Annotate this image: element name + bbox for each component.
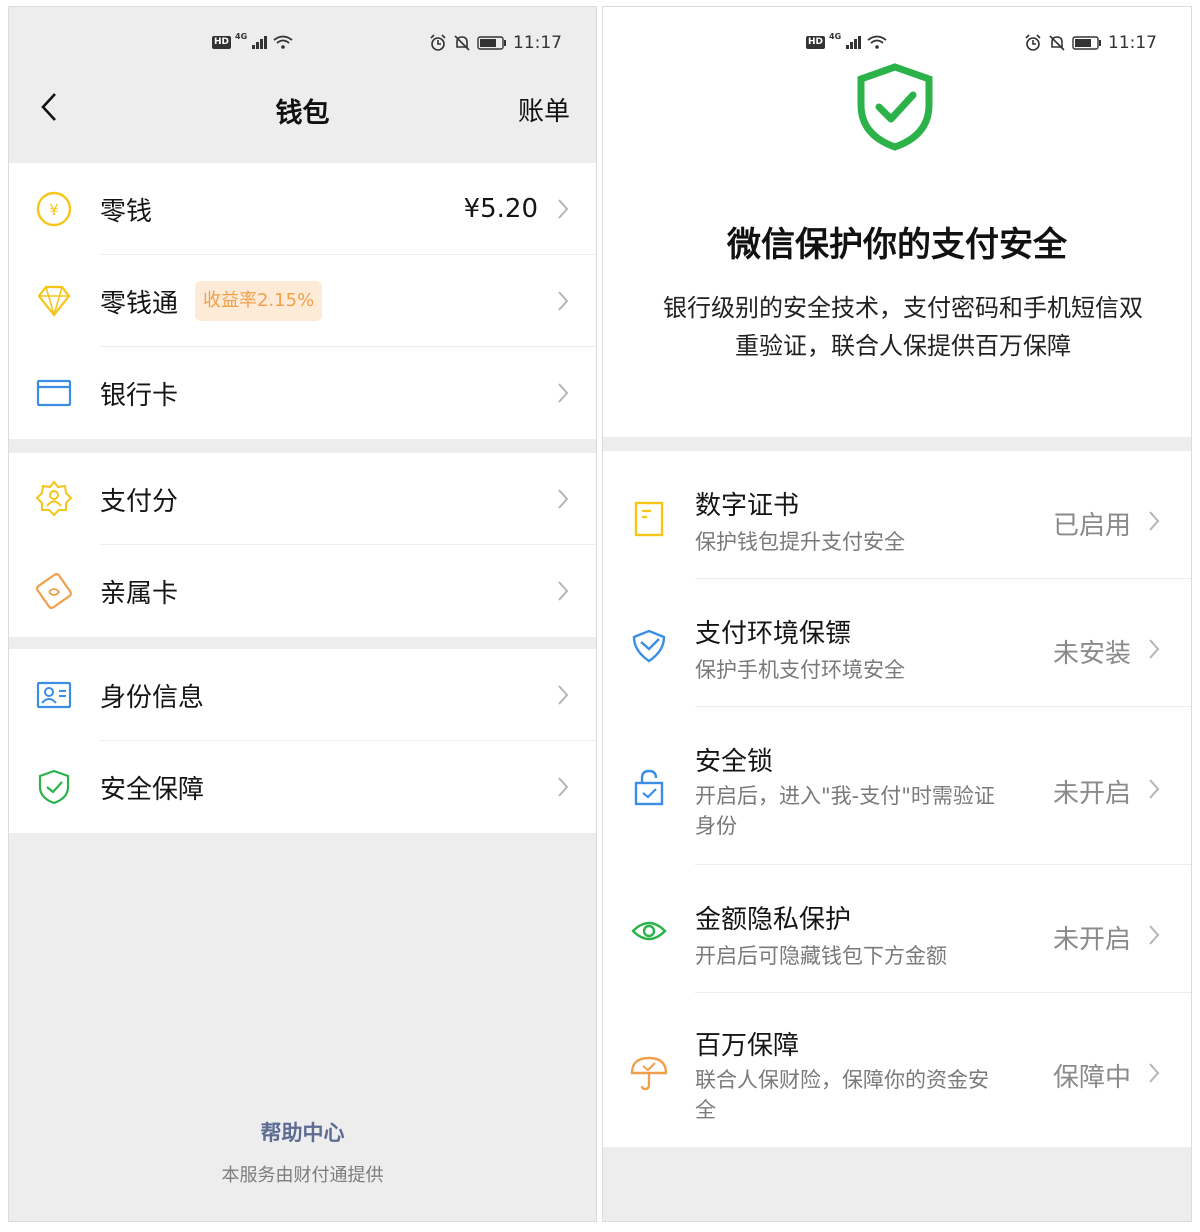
signal-icon: [846, 36, 862, 49]
wallet-screen: HD 4G 11:17 钱包 账单 ¥ 零钱 ¥5.20 零钱通 收益率2.15…: [8, 6, 597, 1222]
yuan-coin-icon: ¥: [36, 191, 72, 227]
page-title: 钱包: [275, 98, 330, 129]
feature-status: 未开启: [1052, 779, 1131, 809]
help-center-link[interactable]: 帮助中心: [9, 1117, 596, 1147]
status-time: 11:17: [1108, 33, 1157, 53]
wallet-item-label: 身份信息: [100, 682, 205, 713]
hd-badge: HD: [806, 35, 826, 49]
bill-link[interactable]: 账单: [518, 91, 570, 128]
bottom-filler: [603, 1147, 1191, 1221]
wallet-item-label: 支付分: [100, 486, 179, 517]
chevron-right-icon: [558, 199, 569, 219]
chevron-right-icon: [1149, 925, 1160, 945]
chevron-right-icon: [558, 581, 569, 601]
wallet-section-identity: 身份信息 安全保障: [9, 649, 596, 833]
guard-shield-icon: [632, 629, 666, 663]
wallet-section-balance: ¥ 零钱 ¥5.20 零钱通 收益率2.15% 银行卡: [9, 163, 596, 439]
wallet-item-identity[interactable]: 身份信息: [9, 649, 596, 741]
network-type-label: 4G: [829, 31, 842, 41]
id-card-icon: [36, 681, 72, 709]
certificate-icon: [634, 501, 664, 537]
security-title: 微信保护你的支付安全: [727, 225, 1067, 265]
lock-icon: [634, 769, 664, 806]
chevron-right-icon: [558, 291, 569, 311]
mute-icon: [1049, 35, 1065, 51]
provider-note: 本服务由财付通提供: [221, 1165, 384, 1186]
security-screen: HD 4G 11:17 微信保护你的支付安全 银行级别的安全技术，支付密码和手机…: [602, 6, 1192, 1222]
wallet-item-label: 银行卡: [100, 380, 179, 411]
status-bar: HD 4G 11:17: [603, 31, 1191, 57]
feature-payment-guard[interactable]: 支付环境保镖 保护手机支付环境安全 未安装: [603, 579, 1191, 707]
chevron-right-icon: [1149, 511, 1160, 531]
wallet-item-label: 零钱: [100, 196, 153, 227]
feature-million-guarantee[interactable]: 百万保障 联合人保财险，保障你的资金安全 保障中: [603, 993, 1191, 1147]
chevron-right-icon: [558, 383, 569, 403]
shield-check-icon: [857, 63, 933, 151]
security-description: 银行级别的安全技术，支付密码和手机短信双重验证，联合人保提供百万保障: [663, 294, 1143, 360]
shield-check-icon: [38, 769, 70, 805]
section-separator: [603, 437, 1191, 451]
chevron-right-icon: [1149, 639, 1160, 659]
feature-status: 已启用: [1052, 511, 1131, 541]
feature-title: 支付环境保镖: [695, 619, 852, 649]
feature-status: 保障中: [1052, 1063, 1131, 1093]
feature-subtitle: 开启后可隐藏钱包下方金额: [695, 944, 947, 968]
feature-title: 百万保障: [695, 1031, 800, 1061]
feature-subtitle: 联合人保财险，保障你的资金安全: [695, 1068, 989, 1122]
feature-title: 安全锁: [695, 747, 774, 777]
system-indicators: 11:17: [1024, 33, 1157, 53]
chevron-right-icon: [1149, 1063, 1160, 1083]
wallet-section-credit: 支付分 亲属卡: [9, 453, 596, 637]
feature-status: 未开启: [1052, 925, 1131, 955]
eye-icon: [631, 921, 667, 941]
wifi-icon: [867, 35, 887, 49]
change-amount: ¥5.20: [463, 194, 538, 224]
wallet-item-change[interactable]: ¥ 零钱 ¥5.20: [9, 163, 596, 255]
feature-status: 未安装: [1052, 639, 1131, 669]
wallet-item-label: 零钱通: [100, 288, 179, 319]
diamond-icon: [37, 285, 71, 317]
wallet-item-label: 安全保障: [100, 774, 205, 805]
wallet-item-family-card[interactable]: 亲属卡: [9, 545, 596, 637]
feature-title: 数字证书: [695, 491, 800, 521]
wallet-item-security[interactable]: 安全保障: [9, 741, 596, 833]
bank-card-icon: [36, 379, 72, 407]
yield-rate-badge: 收益率2.15%: [195, 281, 323, 321]
wallet-item-lingqiantong[interactable]: 零钱通 收益率2.15%: [9, 255, 596, 347]
wallet-header: 钱包 账单: [9, 7, 596, 157]
chevron-right-icon: [558, 489, 569, 509]
umbrella-icon: [630, 1056, 668, 1091]
feature-subtitle: 开启后，进入"我-支付"时需验证身份: [695, 784, 995, 838]
score-badge-icon: [35, 480, 73, 517]
security-feature-list: 数字证书 保护钱包提升支付安全 已启用 支付环境保镖 保护手机支付环境安全 未安…: [603, 451, 1191, 1147]
feature-title: 金额隐私保护: [695, 905, 852, 935]
feature-amount-privacy[interactable]: 金额隐私保护 开启后可隐藏钱包下方金额 未开启: [603, 865, 1191, 993]
svg-text:¥: ¥: [49, 201, 59, 219]
network-indicators: HD 4G: [806, 31, 887, 49]
family-card-icon: [35, 572, 73, 610]
chevron-right-icon: [1149, 779, 1160, 799]
feature-subtitle: 保护手机支付环境安全: [695, 658, 905, 682]
battery-icon: [1072, 36, 1101, 50]
alarm-icon: [1025, 34, 1041, 51]
wallet-item-pay-score[interactable]: 支付分: [9, 453, 596, 545]
wallet-item-bank-card[interactable]: 银行卡: [9, 347, 596, 439]
wallet-item-label: 亲属卡: [100, 578, 179, 609]
feature-security-lock[interactable]: 安全锁 开启后，进入"我-支付"时需验证身份 未开启: [603, 707, 1191, 865]
feature-subtitle: 保护钱包提升支付安全: [695, 530, 905, 554]
chevron-right-icon: [558, 685, 569, 705]
chevron-right-icon: [558, 777, 569, 797]
feature-digital-certificate[interactable]: 数字证书 保护钱包提升支付安全 已启用: [603, 451, 1191, 579]
